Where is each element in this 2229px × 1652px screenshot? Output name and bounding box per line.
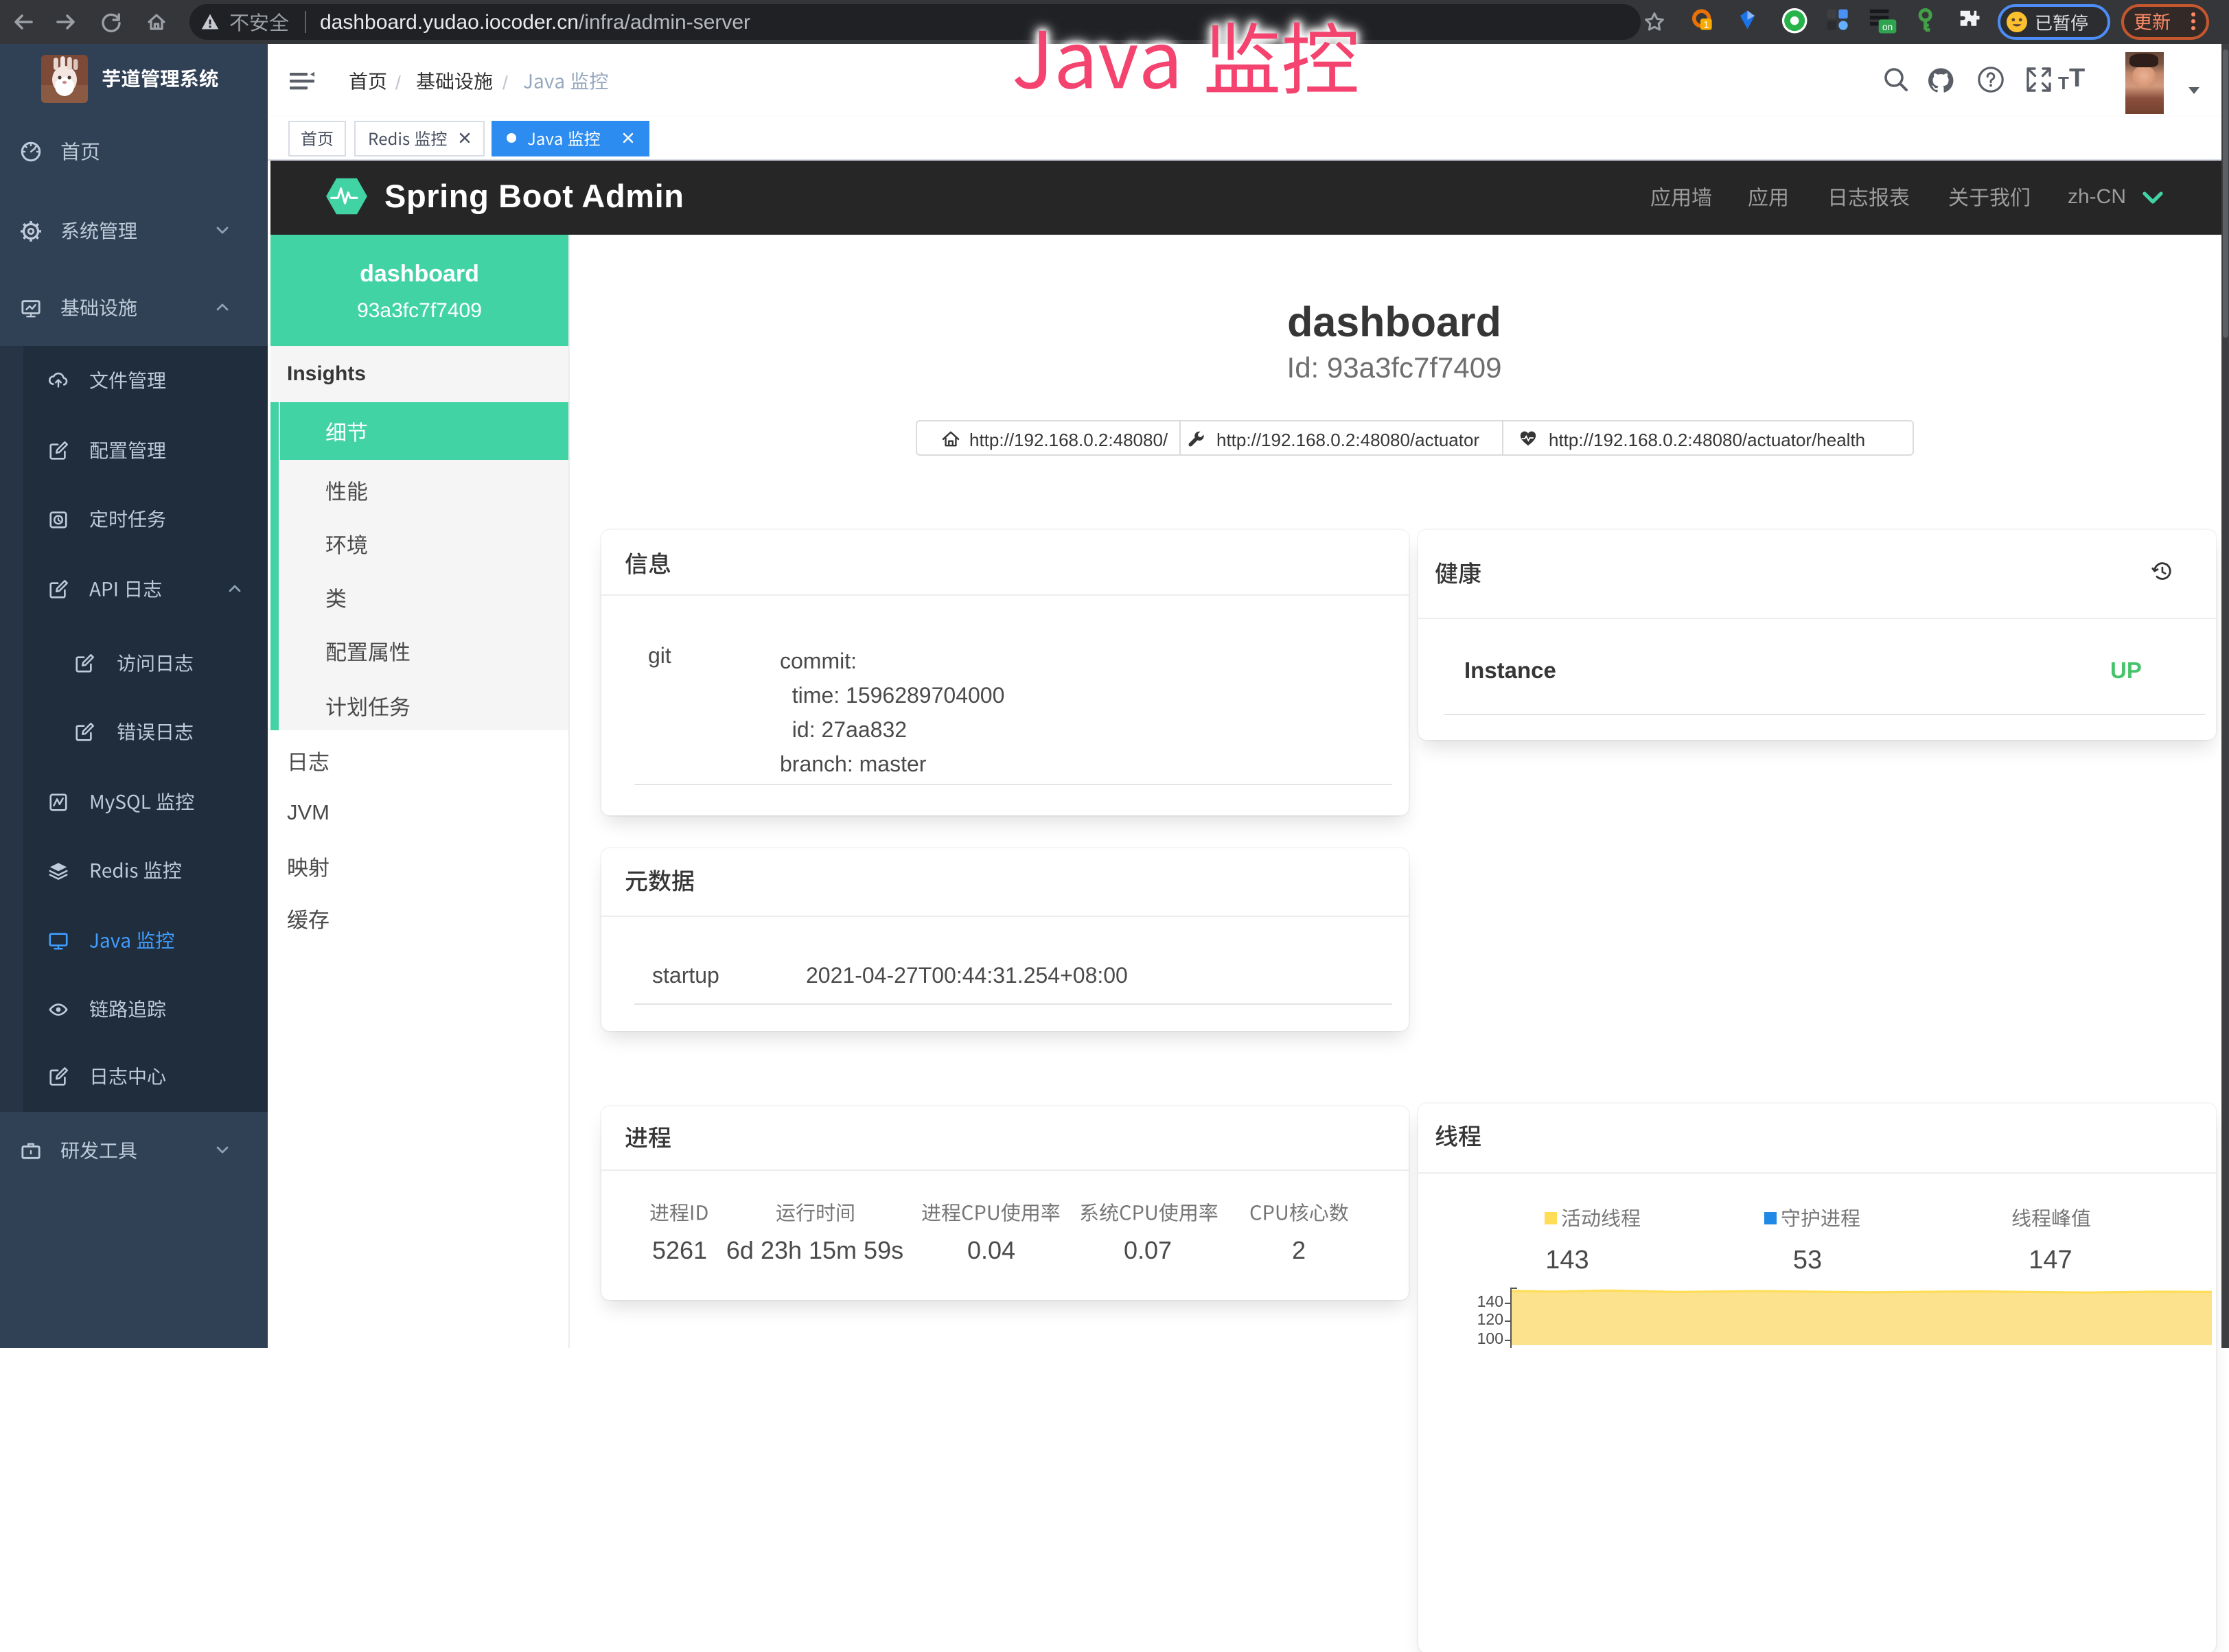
svg-text:on: on [1882,22,1893,32]
svg-text:1: 1 [1703,19,1709,31]
